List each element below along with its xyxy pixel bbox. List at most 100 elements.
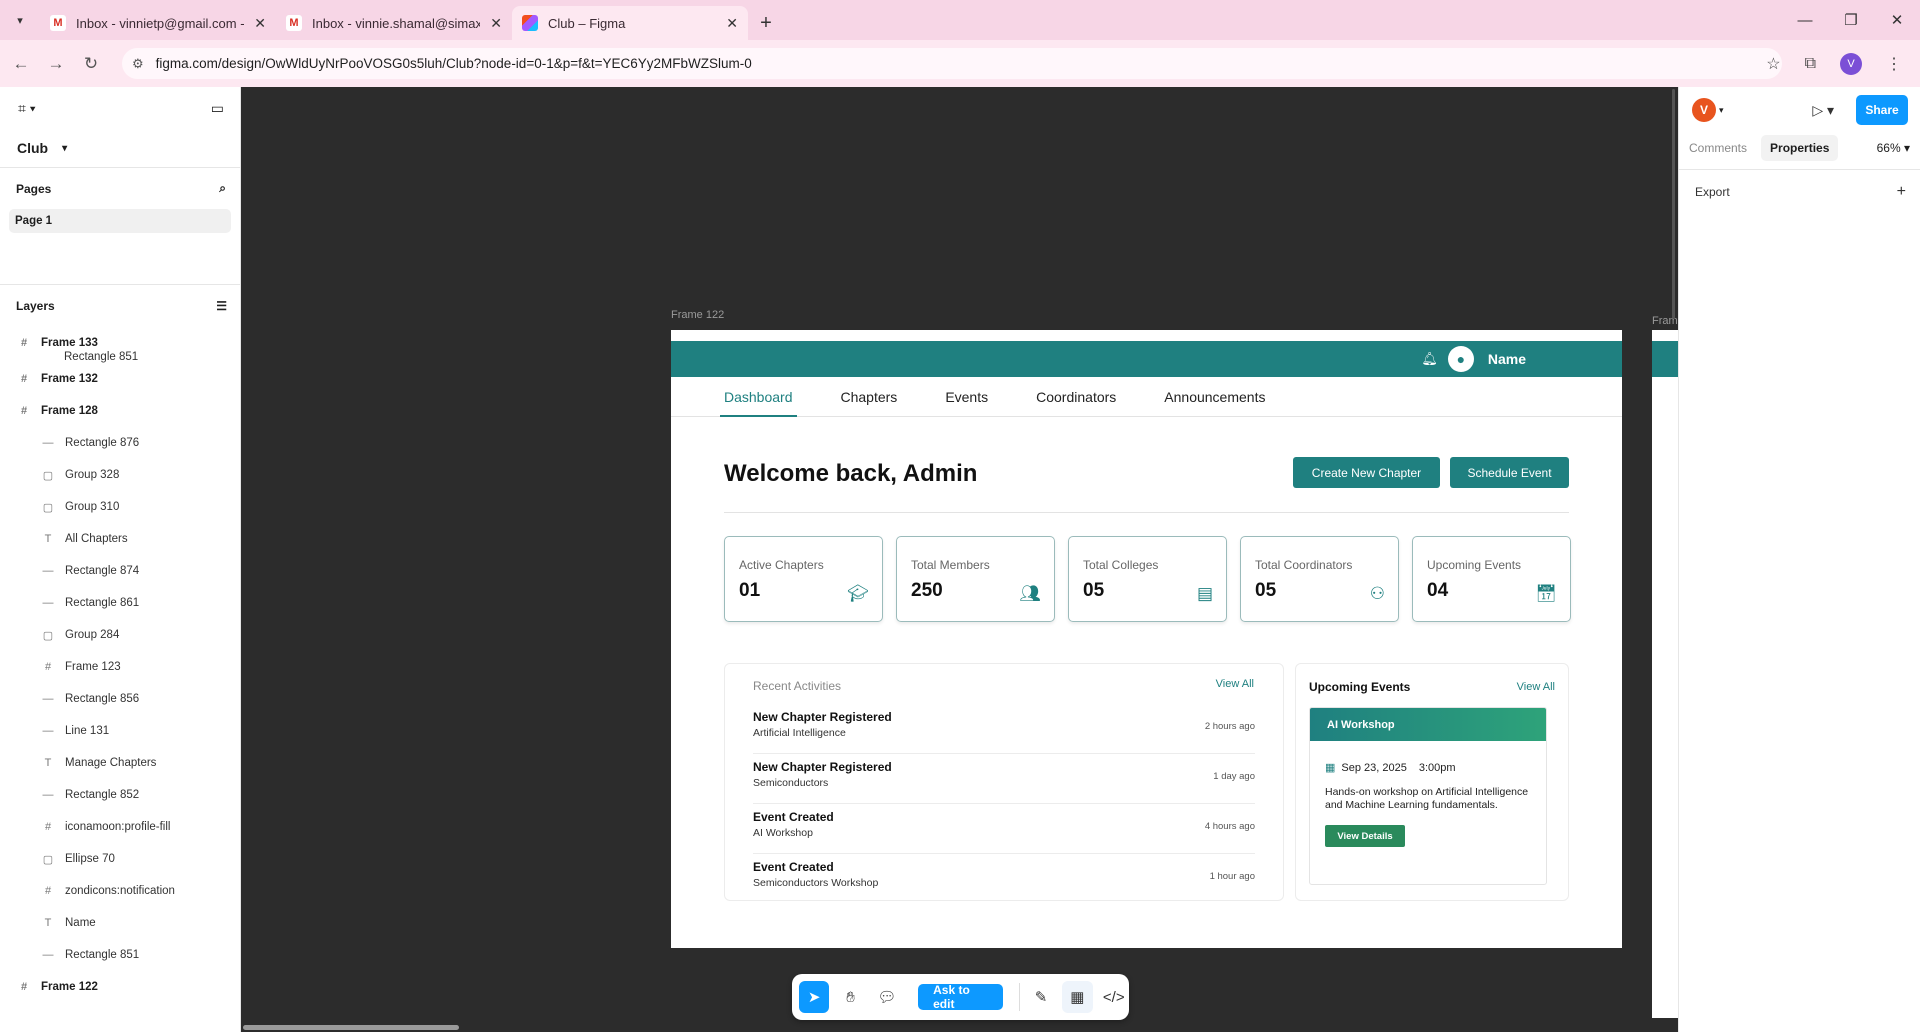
layer-name: Frame 123 xyxy=(65,661,121,673)
layer-item[interactable]: T Manage Chapters xyxy=(0,747,241,779)
layer-item[interactable]: # iconamoon:profile-fill xyxy=(0,811,241,843)
layer-item[interactable]: — Rectangle 876 xyxy=(0,427,241,459)
layer-name: Frame 128 xyxy=(41,405,98,417)
layer-type-icon: T xyxy=(44,917,52,929)
layer-item[interactable]: — Rectangle 874 xyxy=(0,555,241,587)
back-icon[interactable]: ← xyxy=(7,54,35,74)
layer-item[interactable]: Rectangle 851 xyxy=(0,347,241,363)
activity-time: 4 hours ago xyxy=(1204,821,1255,832)
left-panel-header: ⌗ ▾ ▭ xyxy=(0,87,240,129)
layer-item[interactable]: # Frame 132 xyxy=(0,363,241,395)
file-name[interactable]: Club ▾ xyxy=(0,129,240,167)
layer-item[interactable]: # Frame 123 xyxy=(0,651,241,683)
layer-item[interactable]: ▢ Group 328 xyxy=(0,459,241,491)
event-date-row: ▦ Sep 23, 2025 3:00pm xyxy=(1325,761,1546,775)
layer-item[interactable]: — Line 131 xyxy=(0,715,241,747)
draw-mode-icon[interactable]: ✎ xyxy=(1026,981,1056,1013)
stat-label: Total Members xyxy=(911,558,990,572)
reload-icon[interactable]: ↻ xyxy=(77,54,105,74)
layer-type-icon: — xyxy=(42,949,54,961)
create-chapter-button: Create New Chapter xyxy=(1293,457,1440,488)
tab-comments[interactable]: Comments xyxy=(1689,141,1747,155)
view-details-button: View Details xyxy=(1325,825,1405,848)
close-tab-icon[interactable]: ✕ xyxy=(490,15,502,32)
browser-menu-icon[interactable]: ⋮ xyxy=(1886,54,1902,74)
tab-search-icon[interactable]: ▾ xyxy=(0,0,40,40)
stat-value: 05 xyxy=(1255,580,1277,601)
figma-canvas[interactable]: Frame 122 Fram 🔔︎ ● Name Dashboard Chapt… xyxy=(241,87,1678,1032)
graduation-cap-icon: 🎓︎ xyxy=(847,584,869,603)
close-window-icon[interactable]: ✕ xyxy=(1874,0,1920,40)
comment-tool-icon[interactable]: 💬︎ xyxy=(872,981,902,1013)
event-card: AI Workshop ▦ Sep 23, 2025 3:00pm Hands-… xyxy=(1309,707,1547,885)
layer-item[interactable]: — Rectangle 856 xyxy=(0,683,241,715)
coordinator-icon: ⚇ xyxy=(1369,584,1385,603)
tab-title: Inbox - vinnietp@gmail.com - G xyxy=(76,15,245,31)
layer-type-icon: — xyxy=(42,725,54,737)
layer-item[interactable]: T All Chapters xyxy=(0,523,241,555)
bottom-toolbar: ➤ ✋︎ 💬︎ Ask to edit ✎ ▦ </> xyxy=(792,974,1129,1020)
horizontal-scrollbar[interactable] xyxy=(243,1025,459,1030)
site-info-icon[interactable]: ⚙ xyxy=(132,56,144,72)
url-text: figma.com/design/OwWldUyNrPooVOSG0s5luh/… xyxy=(155,56,752,71)
nav-announcements: Announcements xyxy=(1164,389,1266,405)
restore-icon[interactable]: ❐ xyxy=(1828,0,1874,40)
layer-item[interactable]: — Rectangle 861 xyxy=(0,587,241,619)
figma-menu-icon[interactable]: ⌗ ▾ xyxy=(18,100,36,117)
browser-tab-gmail-1[interactable]: M Inbox - vinnietp@gmail.com - G ✕ xyxy=(40,6,276,40)
layer-item[interactable]: ▢ Group 284 xyxy=(0,619,241,651)
forward-icon[interactable]: → xyxy=(42,54,70,74)
design-mode-icon[interactable]: ▦ xyxy=(1062,981,1093,1013)
tab-properties[interactable]: Properties xyxy=(1761,135,1839,161)
user-avatar[interactable]: V xyxy=(1692,98,1716,122)
zoom-level[interactable]: 66% ▾ xyxy=(1877,141,1910,155)
layer-item[interactable]: ▢ Group 310 xyxy=(0,491,241,523)
stat-label: Total Coordinators xyxy=(1255,558,1353,572)
adjacent-frame[interactable] xyxy=(1652,330,1678,1018)
layer-name: Rectangle 856 xyxy=(65,693,140,705)
browser-tab-gmail-2[interactable]: M Inbox - vinnie.shamal@simaxsy ✕ xyxy=(276,6,512,40)
dev-mode-icon[interactable]: </> xyxy=(1099,981,1129,1013)
layer-item[interactable]: # zondicons:notification xyxy=(0,875,241,907)
adjacent-frame-header xyxy=(1652,341,1678,377)
layer-item[interactable]: — Rectangle 851 xyxy=(0,939,241,971)
close-tab-icon[interactable]: ✕ xyxy=(726,15,738,32)
hand-tool-icon[interactable]: ✋︎ xyxy=(835,981,865,1013)
page-item[interactable]: Page 1 xyxy=(9,209,231,233)
layer-name: Rectangle 876 xyxy=(65,437,140,449)
bookmark-star-icon[interactable]: ☆ xyxy=(1766,54,1780,74)
move-tool-icon[interactable]: ➤ xyxy=(799,981,830,1013)
layer-item[interactable]: # Frame 122 xyxy=(0,971,241,1003)
close-tab-icon[interactable]: ✕ xyxy=(254,15,266,32)
address-bar[interactable]: ⚙ figma.com/design/OwWldUyNrPooVOSG0s5lu… xyxy=(122,48,1782,79)
dashboard-frame[interactable]: 🔔︎ ● Name Dashboard Chapters Events Coor… xyxy=(671,330,1622,948)
layer-item[interactable]: ▢ Ellipse 70 xyxy=(0,843,241,875)
layers-list-icon[interactable]: ☰ xyxy=(216,299,227,313)
activity-item: New Chapter Registered Semiconductors 1 … xyxy=(753,754,1255,804)
present-icon[interactable]: ▷ ▾ xyxy=(1812,102,1834,119)
file-name-text: Club xyxy=(17,140,49,156)
minimize-icon[interactable]: — xyxy=(1782,0,1828,40)
browser-tab-figma[interactable]: Club – Figma ✕ xyxy=(512,6,748,40)
add-export-icon[interactable]: + xyxy=(1897,183,1906,201)
share-button[interactable]: Share xyxy=(1856,95,1908,125)
toggle-sidebar-icon[interactable]: ▭ xyxy=(211,100,224,117)
activity-title: New Chapter Registered xyxy=(753,760,892,774)
stat-card-total-members: Total Members 250 👥︎ xyxy=(896,536,1055,622)
browser-profile-avatar[interactable]: V xyxy=(1840,52,1862,75)
layer-type-icon: — xyxy=(42,565,54,577)
view-all-link: View All xyxy=(1516,681,1555,693)
vertical-scrollbar[interactable] xyxy=(1672,89,1675,319)
layer-item[interactable]: # Frame 128 xyxy=(0,395,241,427)
new-tab-button[interactable]: + xyxy=(748,6,784,40)
search-icon[interactable]: ⌕ xyxy=(219,181,226,196)
frame-label[interactable]: Frame 122 xyxy=(671,309,724,321)
chevron-down-icon[interactable]: ▾ xyxy=(1719,105,1724,116)
extensions-icon[interactable]: ⧉ xyxy=(1805,55,1816,73)
event-description: Hands-on workshop on Artificial Intellig… xyxy=(1325,786,1529,811)
layer-name: Frame 132 xyxy=(41,373,98,385)
layer-item[interactable]: — Rectangle 852 xyxy=(0,779,241,811)
ask-to-edit-button[interactable]: Ask to edit xyxy=(918,983,1003,1011)
layers-panel: Layers ☰ # Frame 133 Rectangle 851 # Frame 1… xyxy=(0,284,241,1003)
layer-item[interactable]: T Name xyxy=(0,907,241,939)
